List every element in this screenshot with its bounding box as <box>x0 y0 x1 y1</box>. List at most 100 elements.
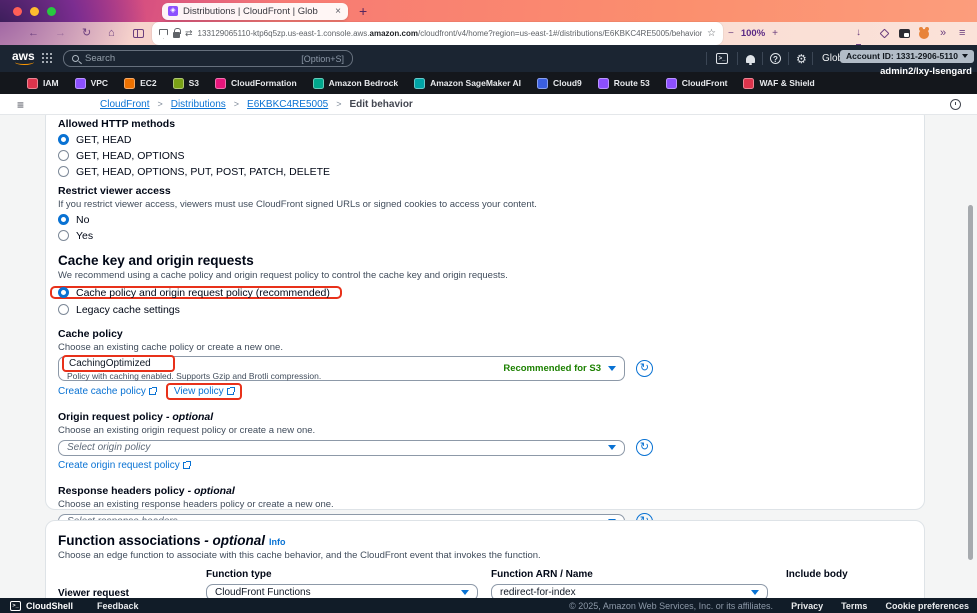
download-icon[interactable]: ↓ <box>856 22 861 45</box>
aws-logo[interactable]: aws <box>12 49 35 63</box>
sidebar-toggle-icon[interactable] <box>133 29 144 38</box>
recent-history-icon[interactable] <box>950 99 961 110</box>
external-link-icon <box>149 388 156 395</box>
bookmark-sagemaker[interactable]: Amazon SageMaker AI <box>414 78 521 89</box>
settings-gear-icon[interactable] <box>796 53 807 65</box>
cloudshell-button[interactable]: CloudShell <box>10 601 73 611</box>
radio-icon[interactable] <box>58 230 69 241</box>
radio-icon[interactable] <box>58 304 69 315</box>
refresh-cache-policy-button[interactable] <box>636 360 653 377</box>
bookmark-waf[interactable]: WAF & Shield <box>743 78 814 89</box>
address-bar[interactable]: ⇄ 133129065110-ktp6q5zp.us-east-1.consol… <box>152 22 723 45</box>
cache-policy-select[interactable]: CachingOptimized Policy with caching ena… <box>58 356 625 381</box>
chevron-down-icon <box>962 54 968 58</box>
search-icon <box>72 55 79 62</box>
chevron-down-icon <box>608 366 616 371</box>
help-icon[interactable] <box>770 53 781 64</box>
function-type-select[interactable]: CloudFront Functions <box>206 584 478 598</box>
side-nav-hamburger-icon[interactable]: ≡ <box>17 98 24 112</box>
app-menu-icon[interactable]: ≡ <box>959 22 965 45</box>
bookmark-s3[interactable]: S3 <box>173 78 199 89</box>
radio-restrict-no[interactable]: No <box>58 213 912 226</box>
cloudshell-icon <box>10 601 21 611</box>
radio-cache-policy-recommended[interactable]: Cache policy and origin request policy (… <box>50 286 342 299</box>
bookmark-cloud9[interactable]: Cloud9 <box>537 78 582 89</box>
zoom-out-button[interactable]: − <box>728 28 734 39</box>
bookmark-cloudformation[interactable]: CloudFormation <box>215 78 297 89</box>
breadcrumb-cloudfront[interactable]: CloudFront <box>100 99 149 110</box>
radio-selected-icon[interactable] <box>58 287 69 298</box>
create-cache-policy-link[interactable]: Create cache policy <box>58 386 156 397</box>
reload-icon[interactable]: ↻ <box>82 22 91 45</box>
chevron-down-icon <box>608 445 616 450</box>
restrict-viewer-access-description: If you restrict viewer access, viewers m… <box>58 199 912 210</box>
tracking-shield-icon[interactable] <box>159 29 168 39</box>
console-search-input[interactable]: Search [Option+S] <box>63 50 353 67</box>
url-text[interactable]: 133129065110-ktp6q5zp.us-east-1.console.… <box>198 29 702 38</box>
bookmark-cloudfront[interactable]: CloudFront <box>666 78 728 89</box>
bookmark-vpc[interactable]: VPC <box>75 78 108 89</box>
cookie-preferences-link[interactable]: Cookie preferences <box>885 601 969 611</box>
zoom-in-button[interactable]: + <box>772 28 778 39</box>
refresh-origin-request-policy-button[interactable] <box>636 439 653 456</box>
bookmark-route53[interactable]: Route 53 <box>598 78 650 89</box>
back-icon[interactable]: ← <box>28 22 39 45</box>
browser-tab-bar: Distributions | CloudFront | Glob × + <box>0 0 977 22</box>
picture-in-picture-icon[interactable] <box>899 29 910 38</box>
radio-get-head-options[interactable]: GET, HEAD, OPTIONS <box>58 149 912 162</box>
zoom-level[interactable]: 100% <box>741 28 765 39</box>
radio-selected-icon[interactable] <box>58 134 69 145</box>
new-tab-button[interactable]: + <box>359 4 367 18</box>
breadcrumb-distribution-id[interactable]: E6KBKC4RE5005 <box>247 99 328 110</box>
bookmark-ec2[interactable]: EC2 <box>124 78 157 89</box>
radio-get-head[interactable]: GET, HEAD <box>58 133 912 146</box>
radio-all-methods[interactable]: GET, HEAD, OPTIONS, PUT, POST, PATCH, DE… <box>58 165 912 178</box>
origin-request-policy-select[interactable]: Select origin policy <box>58 440 625 456</box>
breadcrumb: CloudFront > Distributions > E6KBKC4RE50… <box>100 94 413 114</box>
home-icon[interactable]: ⌂ <box>108 22 115 45</box>
cloudfront-icon <box>666 78 677 89</box>
radio-selected-icon[interactable] <box>58 214 69 225</box>
account-user: admin2/lxy-Isengard <box>840 66 974 77</box>
breadcrumb-bar: ≡ CloudFront > Distributions > E6KBKC4RE… <box>0 94 977 115</box>
lock-icon[interactable] <box>173 32 180 38</box>
bedrock-icon <box>313 78 324 89</box>
feedback-button[interactable]: Feedback <box>97 601 139 611</box>
notifications-bell-icon[interactable] <box>746 55 755 63</box>
breadcrumb-distributions[interactable]: Distributions <box>171 99 226 110</box>
forward-icon[interactable]: → <box>55 22 66 45</box>
account-id-badge[interactable]: Account ID: 1331-2906-5110 <box>840 50 974 63</box>
extension-sparkle-icon[interactable] <box>880 29 890 39</box>
bookmark-star-icon[interactable]: ☆ <box>707 28 716 39</box>
viewer-request-row: Viewer request CloudFront Functions redi… <box>58 584 912 598</box>
function-associations-title: Function associations - optional <box>58 533 265 548</box>
maximize-window-button[interactable] <box>47 7 56 16</box>
tab-close-icon[interactable]: × <box>334 6 342 17</box>
page-scrollbar[interactable] <box>968 205 973 560</box>
radio-legacy-cache-settings[interactable]: Legacy cache settings <box>58 303 912 316</box>
radio-restrict-yes[interactable]: Yes <box>58 229 912 242</box>
function-associations-card: Function associations - optional Info Ch… <box>45 520 925 598</box>
minimize-window-button[interactable] <box>30 7 39 16</box>
col-include-body: Include body <box>786 569 848 580</box>
cloudshell-icon[interactable] <box>716 53 728 64</box>
bookmark-iam[interactable]: IAM <box>27 78 59 89</box>
browser-tab[interactable]: Distributions | CloudFront | Glob × <box>162 3 348 20</box>
view-policy-link[interactable]: View policy <box>174 386 234 397</box>
restrict-viewer-access-label: Restrict viewer access <box>58 185 912 197</box>
create-origin-request-policy-link[interactable]: Create origin request policy <box>58 460 190 471</box>
cache-key-section-title: Cache key and origin requests <box>58 253 912 268</box>
close-window-button[interactable] <box>13 7 22 16</box>
overflow-chevrons-icon[interactable]: » <box>940 22 946 45</box>
privacy-link[interactable]: Privacy <box>791 601 823 611</box>
services-grid-icon[interactable] <box>42 53 53 64</box>
bookmark-bedrock[interactable]: Amazon Bedrock <box>313 78 398 89</box>
terms-link[interactable]: Terms <box>841 601 867 611</box>
chevron-down-icon <box>751 590 759 595</box>
radio-icon[interactable] <box>58 150 69 161</box>
aws-console-navbar: aws Search [Option+S] Global Account ID:… <box>0 45 977 72</box>
function-arn-select[interactable]: redirect-for-index <box>491 584 768 598</box>
radio-icon[interactable] <box>58 166 69 177</box>
info-link[interactable]: Info <box>269 537 286 547</box>
bear-extension-icon[interactable] <box>919 29 929 39</box>
